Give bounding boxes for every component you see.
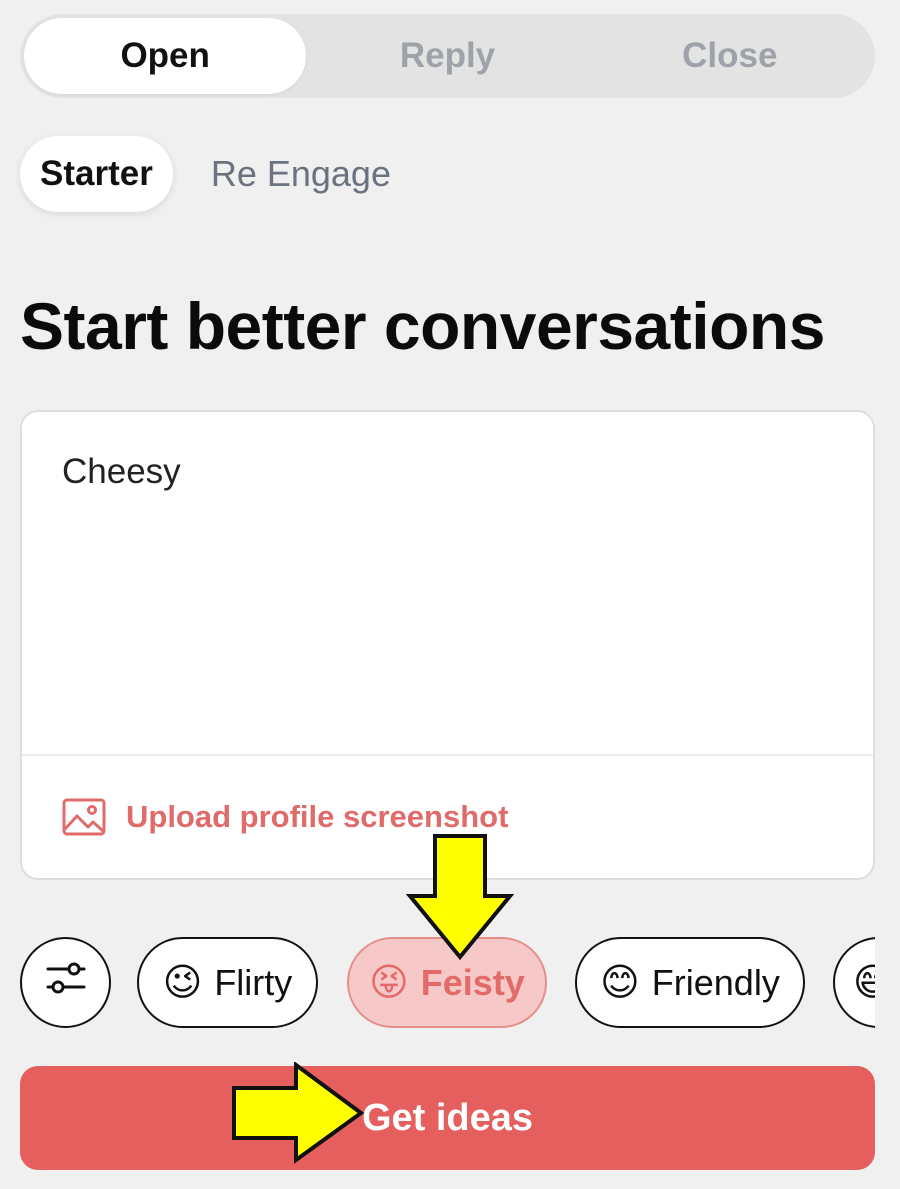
subtab-starter[interactable]: Starter	[20, 136, 173, 212]
chip-friendly[interactable]: 😊 Friendly	[575, 937, 805, 1028]
tab-close[interactable]: Close	[589, 18, 871, 94]
smile-emoji-icon: 😊	[600, 961, 640, 1004]
tongue-emoji-icon: 😝	[369, 961, 409, 1004]
mode-tabs: Open Reply Close	[20, 14, 875, 98]
chip-feisty[interactable]: 😝 Feisty	[347, 937, 547, 1028]
upload-profile-screenshot-button[interactable]: Upload profile screenshot	[62, 798, 508, 836]
chip-label: Feisty	[420, 961, 525, 1003]
card-divider	[22, 754, 873, 756]
chip-flirty[interactable]: 😉 Flirty	[137, 937, 318, 1028]
tab-reply[interactable]: Reply	[306, 18, 588, 94]
filter-button[interactable]	[20, 937, 111, 1028]
tab-open[interactable]: Open	[24, 18, 307, 94]
subtab-re-engage[interactable]: Re Engage	[211, 153, 391, 195]
upload-label: Upload profile screenshot	[126, 799, 509, 834]
chip-label: Friendly	[651, 961, 780, 1003]
sub-tabs: Starter Re Engage	[20, 135, 391, 213]
tone-chips: 😉 Flirty 😝 Feisty 😊 Friendly 😄	[20, 937, 875, 1028]
message-input-card[interactable]: Cheesy Upload profile screenshot	[20, 410, 875, 880]
chip-label: Flirty	[214, 961, 293, 1003]
app-screen: Open Reply Close Starter Re Engage Start…	[0, 0, 900, 1189]
message-input-text[interactable]: Cheesy	[62, 452, 181, 492]
sliders-icon	[44, 961, 88, 1004]
wink-emoji-icon: 😉	[162, 961, 203, 1004]
image-icon	[62, 798, 106, 836]
chip-partial[interactable]: 😄	[833, 937, 875, 1028]
grin-emoji-icon: 😄	[853, 961, 875, 1004]
get-ideas-button[interactable]: Get ideas	[20, 1066, 875, 1170]
page-title: Start better conversations	[20, 289, 825, 363]
